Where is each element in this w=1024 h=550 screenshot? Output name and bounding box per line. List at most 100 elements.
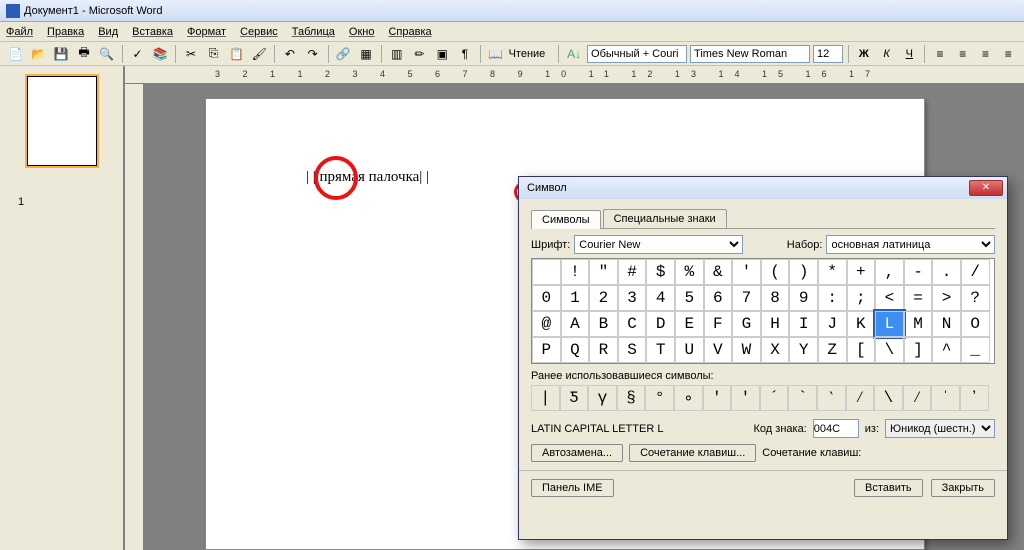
recent-symbol-cell[interactable]: § xyxy=(617,385,646,411)
symbol-cell[interactable]: - xyxy=(904,259,933,285)
symbol-cell[interactable]: J xyxy=(818,311,847,337)
spell-icon[interactable]: ✓ xyxy=(128,44,148,64)
table-icon[interactable]: ▦ xyxy=(356,44,376,64)
reading-icon[interactable]: 📖 xyxy=(486,44,506,64)
symbol-cell[interactable]: T xyxy=(646,337,675,363)
style-combo[interactable] xyxy=(587,45,687,63)
align-center-icon[interactable]: ≡ xyxy=(953,44,973,64)
document-text[interactable]: | | прямая палочка| | xyxy=(306,169,429,185)
recent-symbol-cell[interactable]: ‵ xyxy=(817,385,846,411)
recent-symbol-cell[interactable]: ´ xyxy=(760,385,789,411)
symbol-cell[interactable]: : xyxy=(818,285,847,311)
recent-symbol-cell[interactable]: | xyxy=(531,385,560,411)
symbol-cell[interactable]: F xyxy=(704,311,733,337)
symbol-cell[interactable]: 0 xyxy=(532,285,561,311)
symbol-cell[interactable]: / xyxy=(961,259,990,285)
recent-symbols[interactable]: |Ƽγ§°∘ʹʹ´`‵⁄\⁄ˈʼ xyxy=(531,385,995,411)
paste-icon[interactable]: 📋 xyxy=(227,44,247,64)
symbol-cell[interactable]: , xyxy=(875,259,904,285)
show-icon[interactable]: ¶ xyxy=(455,44,475,64)
set-select[interactable]: основная латиница xyxy=(826,235,995,254)
menu-view[interactable]: Вид xyxy=(98,26,118,38)
symbol-cell[interactable]: X xyxy=(761,337,790,363)
ime-button[interactable]: Панель IME xyxy=(531,479,614,497)
symbol-cell[interactable]: _ xyxy=(961,337,990,363)
symbol-cell[interactable]: 7 xyxy=(732,285,761,311)
symbol-cell[interactable]: ( xyxy=(761,259,790,285)
symbol-cell[interactable]: % xyxy=(675,259,704,285)
undo-icon[interactable]: ↶ xyxy=(280,44,300,64)
underline-icon[interactable]: Ч xyxy=(899,44,919,64)
symbol-cell[interactable]: ' xyxy=(732,259,761,285)
symbol-cell[interactable]: = xyxy=(904,285,933,311)
symbol-cell[interactable]: " xyxy=(589,259,618,285)
symbol-cell[interactable]: E xyxy=(675,311,704,337)
symbol-cell[interactable]: P xyxy=(532,337,561,363)
recent-symbol-cell[interactable]: ʹ xyxy=(703,385,732,411)
symbol-cell[interactable]: L xyxy=(875,311,904,337)
symbol-cell[interactable]: * xyxy=(818,259,847,285)
menu-table[interactable]: Таблица xyxy=(292,26,335,38)
menu-tools[interactable]: Сервис xyxy=(240,26,278,38)
recent-symbol-cell[interactable]: ⁄ xyxy=(846,385,875,411)
symbol-cell[interactable]: B xyxy=(589,311,618,337)
symbol-cell[interactable]: + xyxy=(847,259,876,285)
align-justify-icon[interactable]: ≡ xyxy=(998,44,1018,64)
symbol-cell[interactable]: M xyxy=(904,311,933,337)
menu-format[interactable]: Формат xyxy=(187,26,226,38)
new-icon[interactable]: 📄 xyxy=(6,44,26,64)
symbol-cell[interactable]: 8 xyxy=(761,285,790,311)
font-select[interactable]: Courier New xyxy=(574,235,743,254)
from-select[interactable]: Юникод (шестн.) xyxy=(885,419,995,438)
drawing-icon[interactable]: ✏ xyxy=(410,44,430,64)
recent-symbol-cell[interactable]: ° xyxy=(645,385,674,411)
recent-symbol-cell[interactable]: ` xyxy=(788,385,817,411)
symbol-cell[interactable]: K xyxy=(847,311,876,337)
tab-symbols[interactable]: Символы xyxy=(531,210,601,229)
menu-insert[interactable]: Вставка xyxy=(132,26,173,38)
recent-symbol-cell[interactable]: ʼ xyxy=(960,385,989,411)
symbol-cell[interactable]: & xyxy=(704,259,733,285)
insert-button[interactable]: Вставить xyxy=(854,479,923,497)
symbol-cell[interactable]: ] xyxy=(904,337,933,363)
symbol-cell[interactable]: # xyxy=(618,259,647,285)
symbol-cell[interactable]: 1 xyxy=(561,285,590,311)
symbol-cell[interactable]: C xyxy=(618,311,647,337)
size-combo[interactable] xyxy=(813,45,843,63)
close-icon[interactable]: ✕ xyxy=(969,180,1003,196)
dialog-titlebar[interactable]: Символ ✕ xyxy=(519,177,1007,199)
symbol-cell[interactable]: ? xyxy=(961,285,990,311)
font-combo[interactable] xyxy=(690,45,810,63)
autocorrect-button[interactable]: Автозамена... xyxy=(531,444,623,462)
research-icon[interactable]: 📚 xyxy=(150,44,170,64)
symbol-cell[interactable]: N xyxy=(932,311,961,337)
symbol-cell[interactable]: ) xyxy=(789,259,818,285)
align-right-icon[interactable]: ≡ xyxy=(976,44,996,64)
page-thumbnail[interactable] xyxy=(27,76,97,166)
menu-window[interactable]: Окно xyxy=(349,26,375,38)
symbol-cell[interactable]: Q xyxy=(561,337,590,363)
symbol-cell[interactable]: G xyxy=(732,311,761,337)
recent-symbol-cell[interactable]: ∘ xyxy=(674,385,703,411)
symbol-cell[interactable]: S xyxy=(618,337,647,363)
map-icon[interactable]: ▣ xyxy=(432,44,452,64)
symbol-cell[interactable]: @ xyxy=(532,311,561,337)
symbol-cell[interactable]: 2 xyxy=(589,285,618,311)
symbol-cell[interactable]: 3 xyxy=(618,285,647,311)
preview-icon[interactable]: 🔍 xyxy=(97,44,117,64)
recent-symbol-cell[interactable]: \ xyxy=(874,385,903,411)
horizontal-ruler[interactable]: 3 2 1 1 2 3 4 5 6 7 8 9 10 11 12 13 14 1… xyxy=(125,66,1024,83)
symbol-cell[interactable]: O xyxy=(961,311,990,337)
link-icon[interactable]: 🔗 xyxy=(333,44,353,64)
symbol-cell[interactable]: . xyxy=(932,259,961,285)
symbol-cell[interactable]: ! xyxy=(561,259,590,285)
code-input[interactable] xyxy=(813,419,859,438)
vertical-ruler[interactable] xyxy=(125,84,143,550)
format-painter-icon[interactable]: 🖌 xyxy=(249,44,269,64)
save-icon[interactable]: 💾 xyxy=(51,44,71,64)
symbol-cell[interactable]: A xyxy=(561,311,590,337)
style-icon[interactable]: A↓ xyxy=(564,44,584,64)
symbol-cell[interactable]: 9 xyxy=(789,285,818,311)
recent-symbol-cell[interactable]: ˈ xyxy=(931,385,960,411)
close-button[interactable]: Закрыть xyxy=(931,479,995,497)
